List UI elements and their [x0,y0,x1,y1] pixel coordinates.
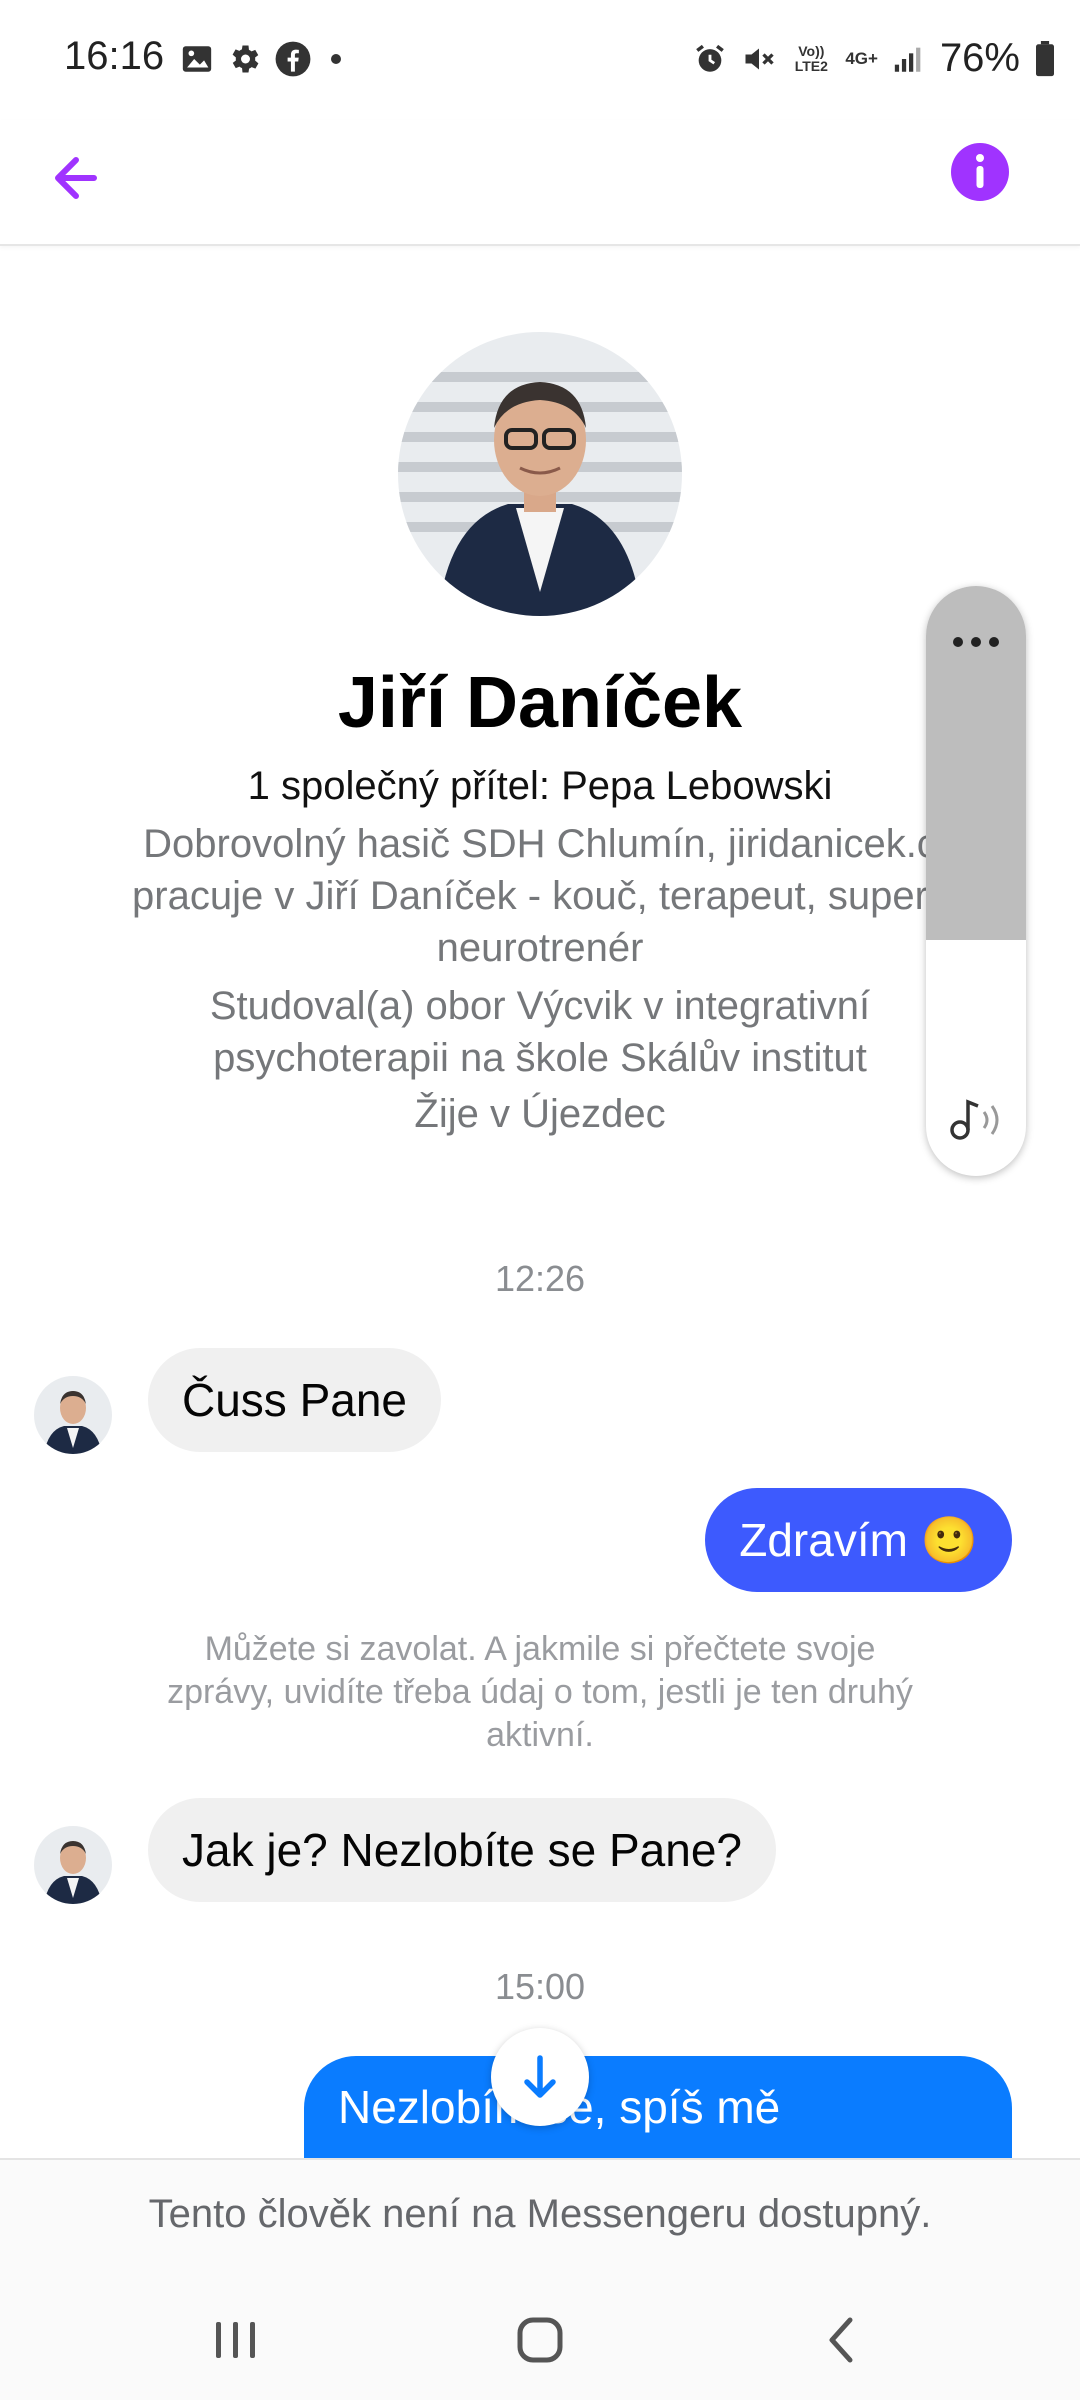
sender-avatar[interactable] [34,1376,112,1454]
scroll-handle[interactable] [926,586,1026,1176]
sender-avatar[interactable] [34,1826,112,1904]
bio-line: pracuje v Jiří Daníček - kouč, terapeut,… [132,874,948,918]
notification-icons [180,40,348,78]
status-time: 16:16 [64,34,165,78]
scroll-to-bottom-button[interactable] [491,2028,589,2126]
study-line: Studoval(a) obor Výcvik v integrativní [209,984,871,1028]
profile-name: Jiří Daníček [337,663,743,743]
recent-apps-icon[interactable] [206,2310,266,2370]
mutual-friends: 1 společný přítel: Pepa Lebowski [247,764,833,808]
incoming-message[interactable]: Jak je? Nezlobíte se Pane? [148,1798,777,1902]
unavailable-text: Tento člověk není na Messengeru dostupný… [148,2192,932,2236]
nav-back-icon[interactable] [812,2310,872,2370]
sound-icon[interactable] [946,1094,1006,1144]
gallery-icon [182,46,212,72]
lives-in: Žije v Újezdec [414,1092,666,1136]
mute-icon [745,48,774,69]
signal-icon [894,47,921,72]
chat-header [0,120,1080,246]
study-line: psychoterapii na škole Skálův institut [213,1036,867,1080]
arrow-down-icon [524,2055,556,2098]
system-nav-bar [0,2270,1080,2400]
back-button[interactable] [44,142,116,214]
system-note: Můžete si zavolat. A jakmile si přečtete… [167,1630,913,1754]
bio-line: Dobrovolný hasič SDH Chlumín, jiridanice… [143,822,937,866]
unavailable-banner: Tento člověk není na Messengeru dostupný… [0,2158,1080,2272]
system-icons: Vo)) LTE2 4G+ 76% [693,36,1056,81]
message-timestamp: 12:26 [494,1258,586,1299]
volte-icon: Vo)) LTE2 [794,42,828,74]
4g-icon: 4G+ [845,48,878,68]
alarm-icon [696,44,725,72]
home-icon[interactable] [510,2310,570,2370]
incoming-message[interactable]: Čuss Pane [148,1348,442,1452]
info-button[interactable] [948,140,1012,204]
facebook-icon [275,41,311,77]
bio-line: neurotrenér [436,926,644,970]
settings-icon [232,45,259,73]
profile-avatar[interactable] [398,332,682,616]
battery-percent: 76% [939,36,1020,80]
more-icon[interactable] [950,634,1002,650]
dot-icon [331,54,341,64]
battery-icon [1036,40,1054,76]
status-bar: 16:16 Vo)) LTE2 4G+ 76% [0,0,1080,120]
message-timestamp: 15:00 [494,1966,586,2007]
outgoing-message[interactable]: Zdravím 🙂 [705,1488,1012,1592]
